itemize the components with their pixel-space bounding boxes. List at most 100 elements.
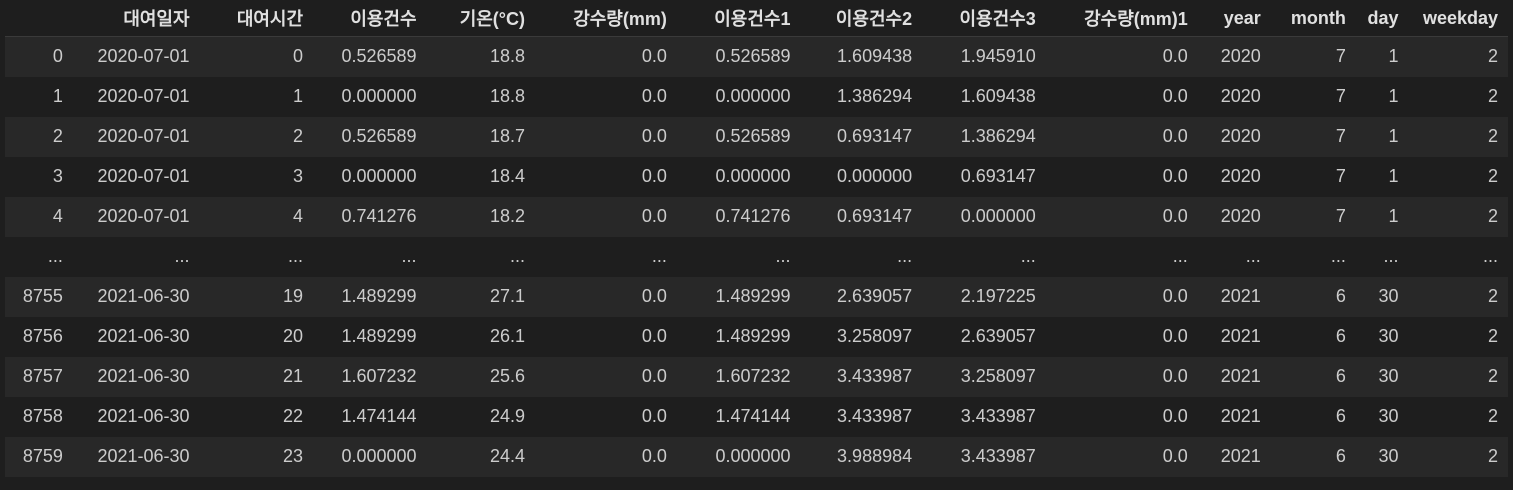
table-cell: ... (401, 246, 417, 266)
table-cell: 3 (293, 166, 304, 186)
table-cell: 25.6 (489, 366, 525, 386)
table-cell: 0.0 (641, 406, 667, 426)
table-cell: 1.386294 (837, 86, 913, 106)
row-index: ... (47, 246, 63, 266)
table-cell: 3.433987 (960, 446, 1036, 466)
table-cell: 21 (283, 366, 304, 386)
table-cell: 1 (1388, 166, 1399, 186)
table-cell: 1 (1388, 126, 1399, 146)
table-cell: 2 (1487, 406, 1498, 426)
table-cell: 27.1 (489, 286, 525, 306)
table-cell: 0.0 (641, 286, 667, 306)
table-cell: 2 (1487, 446, 1498, 466)
table-cell: 0.000000 (837, 166, 913, 186)
table-cell: 0.693147 (837, 126, 913, 146)
table-cell: ... (1245, 246, 1261, 266)
table-cell: 3.433987 (960, 406, 1036, 426)
table-row: 1 2020-07-01 1 0.000000 18.8 0.0 0.000000 1.386… (5, 76, 1508, 117)
column-header: 대여일자 (72, 0, 200, 37)
table-cell: 3.258097 (837, 326, 913, 346)
table-cell: 0.0 (641, 166, 667, 186)
table-cell: 1 (1388, 86, 1399, 106)
table-cell: 30 (1378, 326, 1399, 346)
table-cell: 0.693147 (837, 206, 913, 226)
table-cell: 23 (283, 446, 304, 466)
column-header: weekday (1408, 0, 1508, 37)
table-cell: ... (509, 246, 525, 266)
table-cell: 2 (1487, 86, 1498, 106)
table-cell: 0.741276 (341, 206, 417, 226)
table-cell: 2 (1487, 326, 1498, 346)
table-cell: 6 (1335, 406, 1346, 426)
table-cell: 7 (1335, 166, 1346, 186)
table-cell: 2 (1487, 46, 1498, 67)
row-index: 8756 (22, 326, 63, 346)
table-cell: 2021 (1220, 366, 1261, 386)
table-cell: ... (897, 246, 913, 266)
table-cell: 2020-07-01 (97, 206, 190, 226)
table-row: 8759 2021-06-30 23 0.000000 24.4 0.0 0.000000 3… (5, 436, 1508, 477)
table-cell: 0.0 (1162, 46, 1188, 67)
table-cell: 22 (283, 406, 304, 426)
table-cell: 30 (1378, 446, 1399, 466)
table-cell: 26.1 (489, 326, 525, 346)
table-cell: 1.474144 (341, 406, 417, 426)
table-cell: 7 (1335, 86, 1346, 106)
table-cell: 0 (293, 46, 304, 67)
table-cell: 0.0 (641, 126, 667, 146)
table-cell: 1.607232 (715, 366, 791, 386)
table-cell: 0.0 (1162, 126, 1188, 146)
table-cell: 1.609438 (960, 86, 1036, 106)
table-row: 8756 2021-06-30 20 1.489299 26.1 0.0 1.489299 3… (5, 316, 1508, 357)
table-cell: 0.526589 (715, 126, 791, 146)
row-index: 8758 (22, 406, 63, 426)
dataframe-output: 대여일자 대여시간 이용건수 기온(°C) 강수량(mm) 이용건수1 이용건수2 이용건수3… (5, 0, 1508, 477)
table-cell: 3.988984 (837, 446, 913, 466)
table-cell: 0.0 (641, 446, 667, 466)
table-cell: 2020-07-01 (97, 46, 190, 67)
row-index: 8759 (22, 446, 63, 466)
table-cell: 4 (293, 206, 304, 226)
table-cell: 0.000000 (715, 446, 791, 466)
table-cell: 1.386294 (960, 126, 1036, 146)
table-cell: 2.639057 (837, 286, 913, 306)
table-cell: 7 (1335, 126, 1346, 146)
table-cell: 2 (1487, 366, 1498, 386)
table-cell: 0.0 (1162, 366, 1188, 386)
table-cell: 2 (1487, 126, 1498, 146)
table-cell: 2021 (1220, 326, 1261, 346)
row-index: 2 (52, 126, 63, 146)
table-cell: 1 (1388, 206, 1399, 226)
table-cell: 1.489299 (715, 326, 791, 346)
table-cell: ... (1383, 246, 1399, 266)
table-cell: 1.474144 (715, 406, 791, 426)
column-header: 이용건수 (313, 0, 427, 37)
table-body: 0 2020-07-01 0 0.526589 18.8 0.0 0.526589 1.609… (5, 36, 1508, 477)
table-cell: 0.000000 (960, 206, 1036, 226)
table-cell: 2020 (1220, 206, 1261, 226)
table-cell: 0.741276 (715, 206, 791, 226)
header-row: 대여일자 대여시간 이용건수 기온(°C) 강수량(mm) 이용건수1 이용건수2 이용건수3… (5, 0, 1508, 37)
table-cell: 19 (283, 286, 304, 306)
table-cell: 0.000000 (715, 86, 791, 106)
column-header: 이용건수3 (922, 0, 1046, 37)
table-cell: 0.0 (1162, 406, 1188, 426)
table-cell: 18.4 (489, 166, 525, 186)
table-cell: 1 (293, 86, 304, 106)
table-cell: 24.4 (489, 446, 525, 466)
table-cell: 2020 (1220, 46, 1261, 67)
table-cell: 6 (1335, 326, 1346, 346)
table-cell: 1.489299 (715, 286, 791, 306)
table-row: 8757 2021-06-30 21 1.607232 25.6 0.0 1.607232 3… (5, 356, 1508, 397)
table-row: 8758 2021-06-30 22 1.474144 24.9 0.0 1.474144 3… (5, 396, 1508, 437)
table-row: 2 2020-07-01 2 0.526589 18.7 0.0 0.526589 0.693… (5, 116, 1508, 157)
table-cell: 2020 (1220, 86, 1261, 106)
table-cell: 2020-07-01 (97, 86, 190, 106)
table-cell: 2021 (1220, 406, 1261, 426)
table-cell: 0.526589 (341, 126, 417, 146)
table-cell: 18.8 (489, 46, 525, 67)
table-cell: 0.0 (1162, 206, 1188, 226)
table-cell: 1.489299 (341, 326, 417, 346)
table-cell: 3.433987 (837, 406, 913, 426)
row-index: 0 (52, 46, 63, 67)
